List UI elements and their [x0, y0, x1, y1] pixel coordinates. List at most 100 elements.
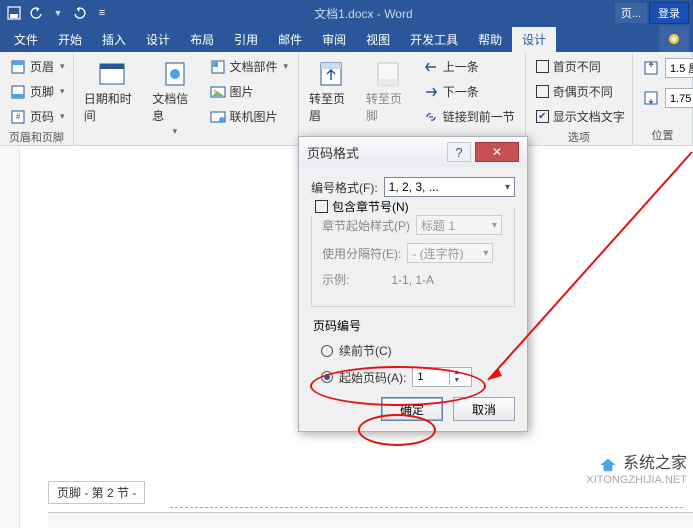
undo-icon[interactable] [26, 3, 46, 23]
dialog-title: 页码格式 [307, 143, 359, 162]
qat-customize-icon[interactable]: ≡ [92, 3, 112, 23]
diff-oddeven-checkbox[interactable]: 奇偶页不同 [532, 81, 629, 102]
pagenumber-icon: # [10, 109, 26, 125]
docparts-label: 文档部件 [230, 58, 278, 75]
datetime-button[interactable]: 日期和时间 [80, 56, 145, 141]
dialog-help-button[interactable]: ? [447, 142, 471, 162]
next-section-button[interactable]: 下一条 [419, 81, 519, 102]
datetime-icon [98, 60, 126, 88]
group-navigation: 转至页眉 转至页脚 上一条 下一条 链接到前一节 [299, 52, 526, 145]
tab-help[interactable]: 帮助 [468, 27, 512, 52]
goto-header-button[interactable]: 转至页眉 [305, 56, 358, 129]
example-row: 示例:1-1, 1-A [322, 271, 504, 288]
goto-header-icon [317, 60, 345, 88]
tab-review[interactable]: 审阅 [312, 27, 356, 52]
prev-icon [423, 59, 439, 75]
checkbox-icon [536, 60, 549, 73]
header-label: 页眉 [30, 58, 54, 75]
datetime-label: 日期和时间 [84, 90, 141, 124]
save-icon[interactable] [4, 3, 24, 23]
prev-label: 上一条 [443, 58, 479, 75]
link-prev-button[interactable]: 链接到前一节 [419, 106, 519, 127]
tab-references[interactable]: 引用 [224, 27, 268, 52]
redo-icon[interactable] [70, 3, 90, 23]
include-chapter-checkbox[interactable]: 包含章节号(N) [311, 198, 413, 215]
header-button[interactable]: 页眉▾ [6, 56, 69, 77]
tell-me-icon[interactable] [659, 26, 689, 52]
checkbox-icon [536, 85, 549, 98]
diff-first-checkbox[interactable]: 首页不同 [532, 56, 629, 77]
tab-design-contextual[interactable]: 设计 [512, 27, 556, 52]
goto-footer-button[interactable]: 转至页脚 [362, 56, 415, 129]
ribbon-tabs: 文件 开始 插入 设计 布局 引用 邮件 审阅 视图 开发工具 帮助 设计 [0, 26, 693, 52]
tab-layout[interactable]: 布局 [180, 27, 224, 52]
pagenumber-label: 页码 [30, 108, 54, 125]
goto-footer-icon [374, 60, 402, 88]
tab-file[interactable]: 文件 [4, 27, 48, 52]
page-number-format-dialog: 页码格式 ? ✕ 编号格式(F): 1, 2, 3, ... ▾ 包含章节号(N)… [298, 136, 528, 432]
tab-view[interactable]: 视图 [356, 27, 400, 52]
ok-button[interactable]: 确定 [381, 397, 443, 421]
footer-guide-line [170, 507, 683, 508]
goto-header-label: 转至页眉 [309, 90, 354, 124]
picture-label: 图片 [230, 83, 254, 100]
docparts-icon [210, 59, 226, 75]
spin-up-icon[interactable]: ▲ [450, 369, 463, 377]
docparts-button[interactable]: 文档部件▾ [206, 56, 293, 77]
start-at-radio[interactable]: 起始页码(A): ▲▼ [321, 367, 513, 387]
include-chapter-group: 包含章节号(N) 章节起始样式(P)标题 1▾ 使用分隔符(E):- (连字符)… [311, 207, 515, 307]
bottom-ruler [48, 512, 693, 528]
radio-selected-icon [321, 371, 333, 383]
spin-down-icon[interactable]: ▼ [450, 377, 463, 385]
footer-label: 页脚 [30, 83, 54, 100]
picture-button[interactable]: 图片 [206, 81, 293, 102]
diff-oddeven-label: 奇偶页不同 [553, 83, 613, 100]
number-format-label: 编号格式(F): [311, 179, 378, 196]
cancel-button[interactable]: 取消 [453, 397, 515, 421]
footer-distance-icon [643, 90, 659, 106]
svg-text:#: # [16, 112, 21, 121]
footer-distance-spinner[interactable]: ▲▼ [665, 88, 693, 108]
footer-distance-input[interactable] [666, 89, 693, 107]
radio-icon [321, 345, 333, 357]
docinfo-label: 文档信息 [152, 90, 197, 124]
header-distance-input[interactable] [666, 59, 693, 77]
chapter-style-row: 章节起始样式(P)标题 1▾ [322, 215, 504, 235]
tab-developer[interactable]: 开发工具 [400, 27, 468, 52]
footer-section-tag: 页脚 - 第 2 节 - [48, 481, 145, 504]
number-format-value: 1, 2, 3, ... [389, 180, 439, 194]
online-picture-button[interactable]: 联机图片 [206, 106, 293, 127]
continue-prev-radio[interactable]: 续前节(C) [321, 342, 513, 359]
tab-mailings[interactable]: 邮件 [268, 27, 312, 52]
next-label: 下一条 [443, 83, 479, 100]
footer-button[interactable]: 页脚▾ [6, 81, 69, 102]
example-value: 1-1, 1-A [391, 273, 434, 287]
login-button[interactable]: 登录 [649, 2, 689, 24]
number-format-select[interactable]: 1, 2, 3, ... ▾ [384, 177, 515, 197]
watermark-brand: 系统之家 [623, 455, 687, 472]
number-format-row: 编号格式(F): 1, 2, 3, ... ▾ [311, 177, 515, 197]
chevron-down-icon: ▾ [505, 182, 510, 193]
page-numbering-group: 页码编号 续前节(C) 起始页码(A): ▲▼ [311, 317, 515, 387]
qat-dropdown-icon[interactable]: ▼ [48, 3, 68, 23]
pagenumber-button[interactable]: #页码▾ [6, 106, 69, 127]
tab-design[interactable]: 设计 [136, 27, 180, 52]
diff-first-label: 首页不同 [553, 58, 601, 75]
collapsed-tab[interactable]: 页... [615, 3, 647, 23]
dialog-titlebar[interactable]: 页码格式 ? ✕ [299, 137, 527, 167]
prev-section-button[interactable]: 上一条 [419, 56, 519, 77]
group-label-position: 位置 [639, 127, 686, 143]
dialog-close-button[interactable]: ✕ [475, 142, 519, 162]
show-doctext-checkbox[interactable]: 显示文档文字 [532, 106, 629, 127]
tab-home[interactable]: 开始 [48, 27, 92, 52]
link-icon [423, 109, 439, 125]
header-icon [10, 59, 26, 75]
tab-insert[interactable]: 插入 [92, 27, 136, 52]
header-distance-spinner[interactable]: ▲▼ [665, 58, 693, 78]
start-at-input[interactable] [413, 368, 449, 386]
chevron-down-icon: ▾ [492, 220, 497, 231]
show-doctext-label: 显示文档文字 [553, 108, 625, 125]
start-at-spinner[interactable]: ▲▼ [412, 367, 472, 387]
docinfo-button[interactable]: 文档信息▾ [148, 56, 201, 141]
continue-prev-label: 续前节(C) [339, 342, 392, 359]
